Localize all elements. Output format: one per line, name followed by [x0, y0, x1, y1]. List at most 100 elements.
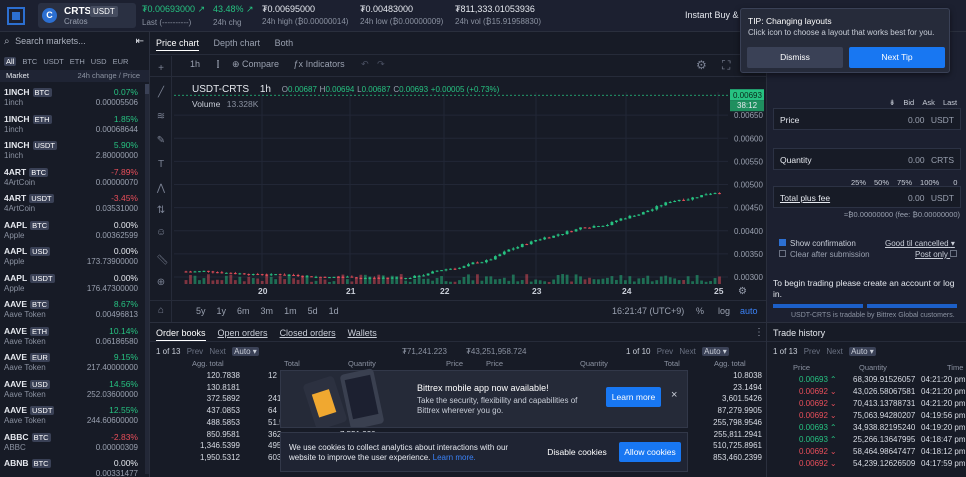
- trade-history-row[interactable]: 0.00693 ⌃ 34,938.82195240 04:19:20 pm: [767, 423, 966, 435]
- login-button[interactable]: [867, 304, 957, 308]
- show-confirmation-row[interactable]: Show confirmation: [779, 239, 856, 248]
- sidebar-scrollbar[interactable]: [145, 84, 149, 474]
- volume-bar: [525, 274, 529, 284]
- clear-after-row[interactable]: Clear after submission: [779, 250, 870, 259]
- market-column-label[interactable]: Market: [6, 71, 29, 80]
- log-toggle[interactable]: log: [718, 306, 730, 316]
- trade-history-row[interactable]: 0.00693 ⌃ 25,266.13647995 04:18:47 pm: [767, 435, 966, 447]
- market-row[interactable]: AAPL USDT Apple 0.00% 176.47300000: [0, 270, 142, 296]
- instant-buy-link[interactable]: Instant Buy & S: [685, 10, 747, 20]
- bids-prev-button[interactable]: Prev: [187, 347, 203, 356]
- trade-history-row[interactable]: 0.00692 ⌄ 58,464.98647477 04:18:12 pm: [767, 447, 966, 459]
- history-prev-button[interactable]: Prev: [804, 347, 820, 356]
- candle-body: [310, 276, 313, 278]
- order-tab[interactable]: Wallets: [348, 328, 377, 338]
- trade-history-row[interactable]: 0.00693 ⌃ 68,309.91526057 04:21:20 pm: [767, 375, 966, 387]
- trade-history-row[interactable]: 0.00692 ⌄ 70,413.13788731 04:21:20 pm: [767, 399, 966, 411]
- order-tab[interactable]: Order books: [156, 328, 206, 341]
- quote-tab[interactable]: USDT: [43, 57, 63, 66]
- dismiss-tip-button[interactable]: Dismiss: [747, 47, 843, 68]
- auto-toggle[interactable]: auto: [740, 306, 758, 316]
- close-icon[interactable]: ×: [671, 389, 677, 401]
- quote-tab[interactable]: All: [4, 57, 17, 66]
- market-row[interactable]: AAPL BTC Apple 0.00% 0.00362599: [0, 217, 142, 243]
- asks-prev-button[interactable]: Prev: [657, 347, 673, 356]
- range-button[interactable]: 5y: [196, 306, 206, 316]
- last-preset-button[interactable]: Last: [943, 98, 957, 107]
- bids-agg-select[interactable]: Auto ▾: [232, 347, 259, 356]
- quote-tab[interactable]: USD: [91, 57, 107, 66]
- trade-history-row[interactable]: 0.00692 ⌄ 75,063.94280207 04:19:56 pm: [767, 411, 966, 423]
- candle-body: [606, 225, 609, 227]
- bids-next-button[interactable]: Next: [209, 347, 225, 356]
- change-price-column-label[interactable]: 24h change / Price: [77, 71, 140, 80]
- axis-settings-icon[interactable]: ⚙: [738, 286, 747, 297]
- quantity-input[interactable]: 0.00: [908, 155, 925, 165]
- quote-tab[interactable]: EUR: [113, 57, 129, 66]
- disable-cookies-button[interactable]: Disable cookies: [543, 442, 611, 462]
- volume-bar: [202, 278, 206, 284]
- price-chart[interactable]: 0.00650 0.00600 0.00550 0.00500 0.00450 0.004…: [150, 32, 766, 300]
- signup-button[interactable]: [773, 304, 863, 308]
- x-tick-label: 20: [258, 286, 268, 296]
- market-row[interactable]: AAVE USD Aave Token 14.56% 252.03600000: [0, 376, 142, 402]
- markets-sidebar: ⌕ Search markets... ⇤ All BTC USDT ETH USD EU…: [0, 32, 150, 477]
- cookie-learn-more-link[interactable]: Learn more.: [433, 453, 476, 462]
- post-only-checkbox[interactable]: [950, 250, 958, 257]
- history-next-button[interactable]: Next: [826, 347, 842, 356]
- order-tab[interactable]: Closed orders: [280, 328, 336, 338]
- market-row[interactable]: 1INCH BTC 1inch 0.07% 0.00005506: [0, 84, 142, 110]
- market-row[interactable]: 1INCH ETH 1inch 1.85% 0.00068644: [0, 111, 142, 137]
- range-button[interactable]: 1d: [329, 306, 339, 316]
- market-row[interactable]: AAVE USDT Aave Token 12.55% 244.60600000: [0, 402, 142, 428]
- search-input[interactable]: Search markets...: [15, 36, 86, 46]
- learn-more-button[interactable]: Learn more: [606, 387, 661, 407]
- asks-agg-select[interactable]: Auto ▾: [702, 347, 729, 356]
- next-tip-button[interactable]: Next Tip: [849, 47, 945, 68]
- history-agg-select[interactable]: Auto ▾: [849, 347, 876, 356]
- market-selector[interactable]: C CRTS USDT Cratos: [38, 3, 136, 28]
- market-row[interactable]: AAVE BTC Aave Token 8.67% 0.00496813: [0, 296, 142, 322]
- allow-cookies-button[interactable]: Allow cookies: [619, 442, 681, 462]
- range-button[interactable]: 1m: [284, 306, 297, 316]
- post-only-option[interactable]: Post only: [915, 250, 958, 259]
- clear-after-checkbox[interactable]: [779, 250, 786, 257]
- market-row[interactable]: AAVE ETH Aave Token 10.14% 0.06186580: [0, 323, 142, 349]
- time-in-force-select[interactable]: Good til cancelled ▾: [885, 239, 955, 248]
- market-row[interactable]: 1INCH USDT 1inch 5.90% 2.80000000: [0, 137, 142, 163]
- range-button[interactable]: 5d: [308, 306, 318, 316]
- range-button[interactable]: 3m: [261, 306, 274, 316]
- total-input[interactable]: 0.00: [908, 193, 925, 203]
- bittrex-logo-icon[interactable]: [6, 6, 26, 26]
- home-icon[interactable]: ⌂: [156, 306, 166, 316]
- market-search[interactable]: ⌕ Search markets... ⇤: [4, 36, 146, 52]
- market-row[interactable]: AAVE EUR Aave Token 9.15% 217.40000000: [0, 349, 142, 375]
- order-tab[interactable]: Open orders: [218, 328, 268, 338]
- market-row[interactable]: 4ART BTC 4ArtCoin -7.89% 0.00000070: [0, 164, 142, 190]
- price-input[interactable]: 0.00: [908, 115, 925, 125]
- market-row[interactable]: 4ART USDT 4ArtCoin -3.45% 0.03531000: [0, 190, 142, 216]
- market-price: 0.00000070: [95, 177, 138, 187]
- total-field[interactable]: Total plus fee 0.00 USDT: [773, 186, 961, 208]
- more-options-icon[interactable]: ⋮: [754, 327, 764, 338]
- quantity-field[interactable]: Quantity 0.00 CRTS: [773, 148, 961, 170]
- range-button[interactable]: 1y: [217, 306, 227, 316]
- asks-next-button[interactable]: Next: [679, 347, 695, 356]
- market-row[interactable]: ABNB BTC 0.00% 0.00331477: [0, 455, 142, 477]
- trade-history-row[interactable]: 0.00692 ⌄ 54,239.12626509 04:17:59 pm: [767, 459, 966, 471]
- reset-icon[interactable]: ⇟: [889, 98, 895, 107]
- quote-tab[interactable]: BTC: [22, 57, 37, 66]
- bid-preset-button[interactable]: Bid: [903, 98, 914, 107]
- market-row[interactable]: ABBC BTC ABBC -2.83% 0.00000309: [0, 429, 142, 455]
- percent-toggle[interactable]: %: [696, 306, 704, 316]
- collapse-sidebar-icon[interactable]: ⇤: [136, 36, 144, 47]
- quote-tab[interactable]: ETH: [70, 57, 85, 66]
- trade-history-row[interactable]: 0.00692 ⌄ 43,026.58067581 04:21:20 pm: [767, 387, 966, 399]
- show-confirmation-checkbox[interactable]: [779, 239, 786, 246]
- price-field[interactable]: Price 0.00 USDT: [773, 108, 961, 130]
- candle-body: [426, 273, 430, 276]
- range-button[interactable]: 6m: [237, 306, 250, 316]
- ask-preset-button[interactable]: Ask: [922, 98, 935, 107]
- market-row[interactable]: AAPL USD Apple 0.00% 173.73900000: [0, 243, 142, 269]
- coin-icon: C: [42, 8, 57, 23]
